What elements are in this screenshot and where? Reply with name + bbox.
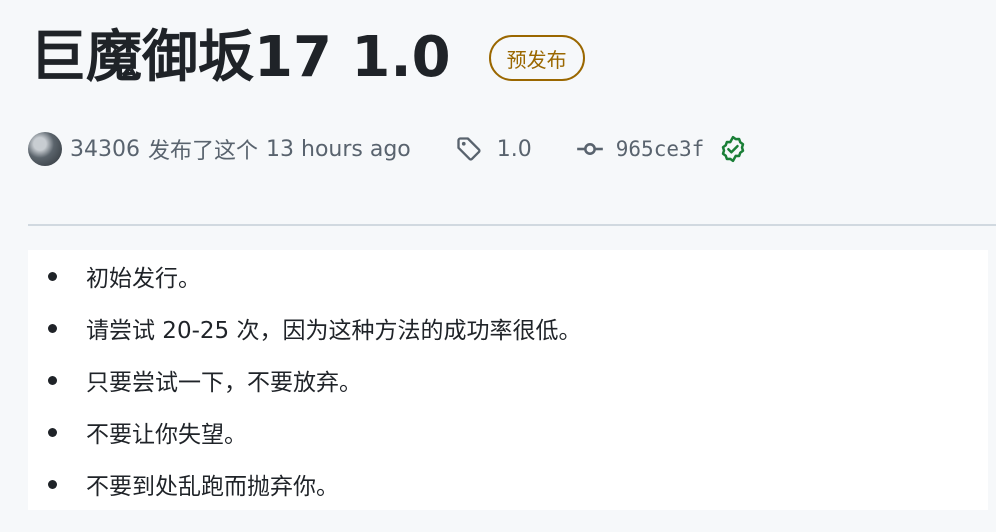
relative-time: 13 hours ago <box>266 136 411 162</box>
header-divider <box>28 224 996 226</box>
author-avatar[interactable] <box>28 132 62 166</box>
published-label: 发布了这个 <box>148 139 259 164</box>
bullet-icon <box>48 376 57 385</box>
release-notes-list: 初始发行。 请尝试 20-25 次，因为这种方法的成功率很低。 只要尝试一下，不… <box>28 250 988 510</box>
release-note-text: 请尝试 20-25 次，因为这种方法的成功率很低。 <box>86 318 582 344</box>
tag-link[interactable]: 1.0 <box>455 135 532 163</box>
release-note-item: 请尝试 20-25 次，因为这种方法的成功率很低。 <box>28 302 988 354</box>
release-note-text: 不要到处乱跑而抛弃你。 <box>86 474 339 500</box>
author-link[interactable]: 34306 <box>70 137 140 162</box>
commit-sha: 965ce3f <box>615 137 705 161</box>
release-meta: 34306 发布了这个 13 hours ago 1.0 965ce3f <box>28 128 748 170</box>
release-note-item: 不要到处乱跑而抛弃你。 <box>28 458 988 510</box>
release-note-text: 初始发行。 <box>86 266 201 292</box>
release-note-item: 不要让你失望。 <box>28 406 988 458</box>
bullet-icon <box>48 324 57 333</box>
release-title[interactable]: 巨魔御坂17 1.0 <box>30 20 451 96</box>
release-note-text: 只要尝试一下，不要放弃。 <box>86 370 362 396</box>
tag-icon <box>457 137 481 161</box>
prerelease-badge: 预发布 <box>488 35 585 81</box>
release-note-item: 只要尝试一下，不要放弃。 <box>28 354 988 406</box>
release-note-text: 不要让你失望。 <box>86 422 247 448</box>
bullet-icon <box>48 480 57 489</box>
git-commit-icon <box>576 143 603 155</box>
tag-label: 1.0 <box>496 136 532 162</box>
bullet-icon <box>48 272 57 281</box>
bullet-icon <box>48 428 57 437</box>
release-note-item: 初始发行。 <box>28 250 988 302</box>
commit-link[interactable]: 965ce3f <box>576 134 749 164</box>
release-card: 巨魔御坂17 1.0 预发布 34306 发布了这个 13 hours ago … <box>0 0 996 532</box>
release-header: 巨魔御坂17 1.0 预发布 <box>30 20 585 96</box>
verified-check-icon[interactable] <box>718 134 748 164</box>
